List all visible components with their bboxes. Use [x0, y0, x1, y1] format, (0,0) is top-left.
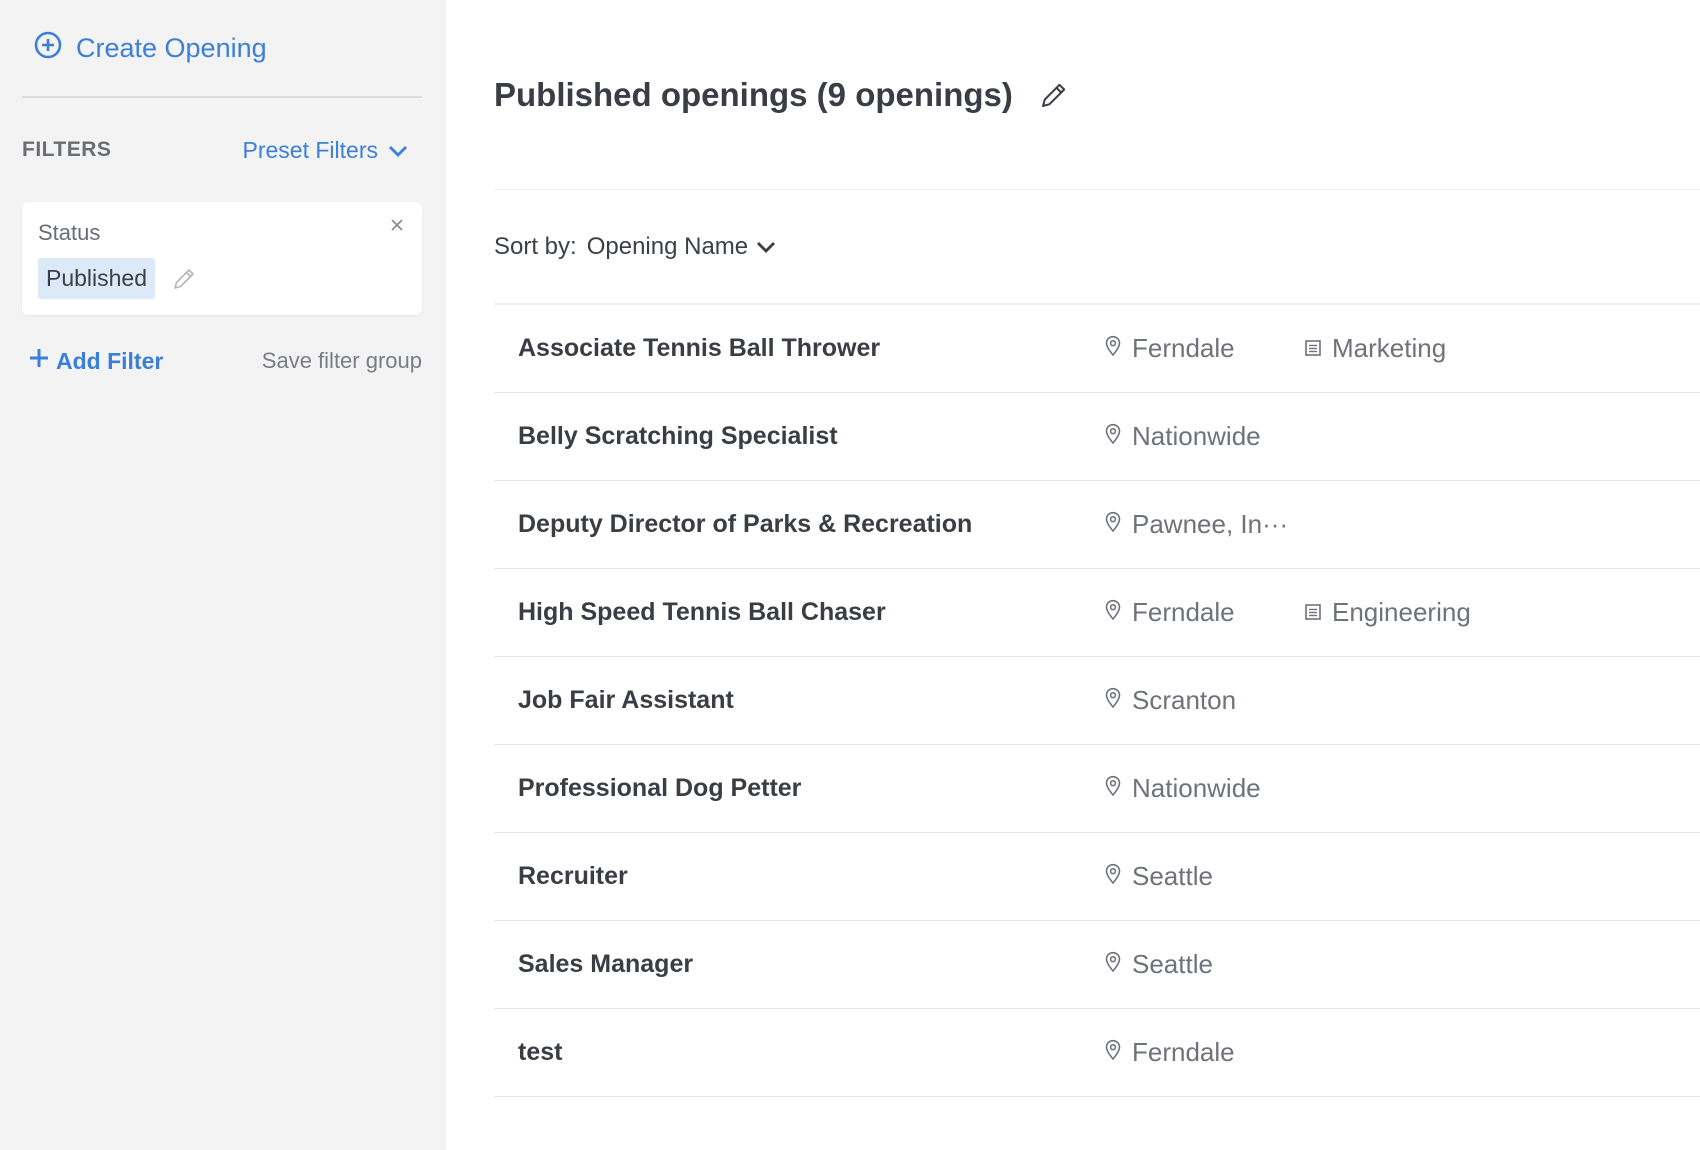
opening-name[interactable]: Belly Scratching Specialist	[518, 422, 1104, 451]
opening-name[interactable]: Job Fair Assistant	[518, 686, 1104, 715]
openings-list: Associate Tennis Ball Thrower Ferndale M…	[494, 305, 1700, 1097]
location-pin-icon	[1104, 1037, 1122, 1068]
location-text: Ferndale	[1132, 597, 1235, 627]
sort-value: Opening Name	[586, 232, 749, 260]
opening-name[interactable]: Associate Tennis Ball Thrower	[518, 334, 1104, 363]
list-item[interactable]: Recruiter Seattle	[494, 833, 1700, 921]
filter-value-row: Published	[38, 258, 406, 299]
sidebar: Create Opening FILTERS Preset Filters St…	[0, 0, 446, 1150]
create-opening-label: Create Opening	[76, 32, 267, 63]
department-icon	[1304, 597, 1322, 628]
list-item[interactable]: High Speed Tennis Ball Chaser Ferndale E…	[494, 569, 1700, 657]
opening-department: Marketing	[1304, 333, 1446, 364]
location-pin-icon	[1104, 333, 1122, 364]
opening-location: Nationwide	[1104, 421, 1304, 452]
filters-title: FILTERS	[22, 138, 112, 161]
location-text: Seattle	[1132, 949, 1213, 979]
location-pin-icon	[1104, 773, 1122, 804]
opening-name[interactable]: Professional Dog Petter	[518, 774, 1104, 803]
location-pin-icon	[1104, 685, 1122, 716]
location-pin-icon	[1104, 949, 1122, 980]
list-item[interactable]: Professional Dog Petter Nationwide	[494, 745, 1700, 833]
sort-bar: Sort by: Opening Name	[494, 190, 1700, 305]
pencil-icon[interactable]	[171, 266, 197, 292]
opening-name[interactable]: Recruiter	[518, 862, 1104, 891]
location-text: Ferndale	[1132, 1037, 1235, 1067]
location-text: Ferndale	[1132, 333, 1235, 363]
sort-label: Sort by:	[494, 232, 577, 260]
list-item[interactable]: Associate Tennis Ball Thrower Ferndale M…	[494, 305, 1700, 393]
opening-location: Pawnee, In···	[1104, 509, 1304, 540]
save-filter-group-link[interactable]: Save filter group	[262, 348, 422, 374]
opening-location: Seattle	[1104, 949, 1304, 980]
filter-actions: Add Filter Save filter group	[22, 347, 422, 375]
opening-location: Ferndale	[1104, 597, 1304, 628]
opening-name[interactable]: Sales Manager	[518, 950, 1104, 979]
opening-location: Ferndale	[1104, 333, 1304, 364]
opening-location: Seattle	[1104, 861, 1304, 892]
opening-location: Nationwide	[1104, 773, 1304, 804]
department-text: Marketing	[1332, 333, 1447, 363]
plus-circle-icon	[34, 31, 62, 66]
add-filter-label: Add Filter	[56, 347, 164, 374]
sort-dropdown[interactable]: Opening Name	[587, 233, 776, 261]
location-pin-icon	[1104, 509, 1122, 540]
preset-filters-label: Preset Filters	[242, 136, 378, 163]
chevron-down-icon	[756, 233, 776, 261]
list-item[interactable]: test Ferndale	[494, 1009, 1700, 1097]
create-opening-button[interactable]: Create Opening	[22, 0, 422, 98]
page-header: Published openings (9 openings)	[494, 0, 1700, 190]
opening-name[interactable]: High Speed Tennis Ball Chaser	[518, 598, 1104, 627]
opening-location: Scranton	[1104, 685, 1304, 716]
filter-value-chip[interactable]: Published	[38, 258, 156, 299]
department-text: Engineering	[1332, 597, 1471, 627]
chevron-down-icon	[388, 137, 408, 164]
pencil-icon[interactable]	[1039, 80, 1069, 110]
location-text: Nationwide	[1132, 773, 1261, 803]
add-filter-button[interactable]: Add Filter	[28, 347, 163, 375]
page-title: Published openings (9 openings)	[494, 75, 1013, 113]
location-pin-icon	[1104, 597, 1122, 628]
opening-location: Ferndale	[1104, 1037, 1304, 1068]
department-icon	[1304, 333, 1322, 364]
preset-filters-dropdown[interactable]: Preset Filters	[243, 137, 422, 164]
location-text: Nationwide	[1132, 421, 1261, 451]
list-item[interactable]: Sales Manager Seattle	[494, 921, 1700, 1009]
filter-label: Status	[38, 220, 101, 245]
status-filter-card: Status Published	[22, 202, 422, 315]
location-text: Scranton	[1132, 685, 1237, 715]
list-item[interactable]: Job Fair Assistant Scranton	[494, 657, 1700, 745]
location-text: Seattle	[1132, 861, 1213, 891]
location-pin-icon	[1104, 421, 1122, 452]
opening-name[interactable]: Deputy Director of Parks & Recreation	[518, 510, 1104, 539]
app: Create Opening FILTERS Preset Filters St…	[0, 0, 1700, 1150]
list-item[interactable]: Belly Scratching Specialist Nationwide	[494, 393, 1700, 481]
location-pin-icon	[1104, 861, 1122, 892]
close-icon[interactable]	[388, 216, 406, 234]
filters-header: FILTERS Preset Filters	[22, 98, 422, 202]
list-item[interactable]: Deputy Director of Parks & Recreation Pa…	[494, 481, 1700, 569]
opening-department: Engineering	[1304, 597, 1471, 628]
main-content: Published openings (9 openings) Sort by:…	[446, 0, 1700, 1150]
opening-name[interactable]: test	[518, 1038, 1104, 1067]
location-text: Pawnee, In···	[1132, 509, 1289, 539]
plus-icon	[28, 347, 50, 375]
